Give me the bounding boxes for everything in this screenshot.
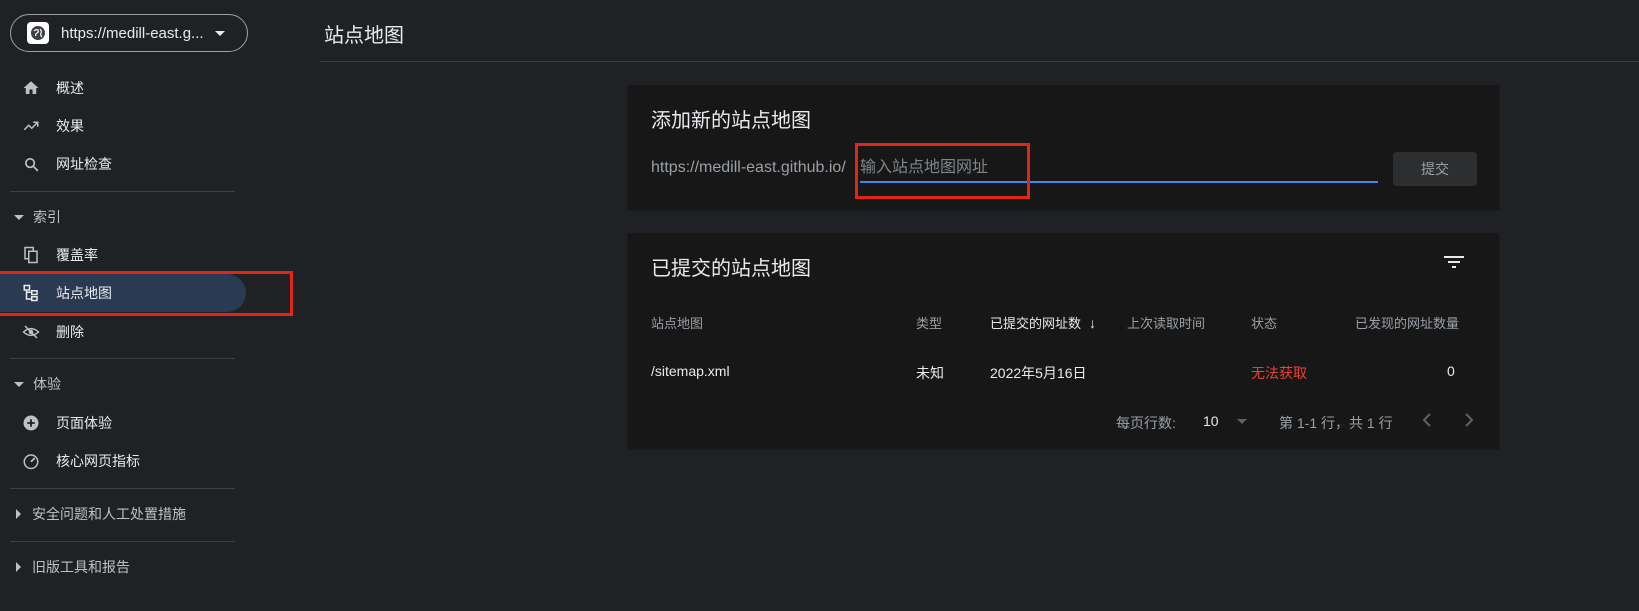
globe-icon [27, 22, 49, 44]
column-header-discovered[interactable]: 已发现的网址数量 [1355, 313, 1459, 332]
column-header-submitted[interactable]: 已提交的网址数 ↓ [990, 313, 1096, 332]
column-header-type[interactable]: 类型 [916, 313, 942, 332]
nav-label-core-web-vitals: 核心网页指标 [56, 453, 140, 469]
chevron-down-icon [1236, 418, 1247, 424]
caret-right-icon [16, 509, 21, 519]
divider [10, 191, 235, 192]
nav-item-performance[interactable]: 效果 [0, 107, 246, 145]
submitted-sitemaps-card: 已提交的站点地图 站点地图 类型 已提交的网址数 ↓ 上次读取时间 状态 已发现… [628, 233, 1499, 448]
divider [10, 358, 235, 359]
section-security-label: 安全问题和人工处置措施 [32, 506, 186, 522]
nav-label-url-inspection: 网址检查 [56, 156, 112, 172]
section-legacy[interactable]: 旧版工具和报告 [0, 552, 130, 582]
copy-icon [21, 245, 41, 265]
chevron-down-icon [215, 30, 225, 36]
nav-label-coverage: 覆盖率 [56, 247, 98, 263]
eye-off-icon [21, 322, 41, 342]
filter-icon[interactable] [1443, 253, 1465, 271]
cell-submitted-date: 2022年5月16日 [990, 365, 1087, 381]
nav-label-removals: 删除 [56, 324, 84, 340]
column-header-sitemap[interactable]: 站点地图 [651, 313, 703, 332]
arrow-down-icon: ↓ [1089, 314, 1097, 331]
caret-right-icon [16, 562, 21, 572]
property-selector[interactable]: https://medill-east.g... [10, 14, 248, 52]
highlight-box-sitemaps-nav [0, 271, 293, 316]
cell-type: 未知 [916, 365, 944, 381]
pagination-range: 第 1-1 行，共 1 行 [1279, 415, 1393, 431]
chevron-right-icon [1465, 413, 1474, 427]
nav-label-performance: 效果 [56, 118, 84, 134]
submit-button[interactable]: 提交 [1393, 152, 1477, 186]
column-header-status[interactable]: 状态 [1251, 313, 1277, 332]
page-title: 站点地图 [324, 25, 404, 47]
rows-per-page-value: 10 [1203, 413, 1219, 429]
section-experience-label: 体验 [33, 376, 61, 392]
rows-per-page-label: 每页行数: [1116, 415, 1176, 431]
divider [10, 541, 235, 542]
section-index-label: 索引 [33, 209, 61, 225]
nav-item-core-web-vitals[interactable]: 核心网页指标 [0, 442, 246, 480]
section-legacy-label: 旧版工具和报告 [32, 559, 130, 575]
cell-discovered-count: 0 [1447, 363, 1455, 379]
home-icon [21, 78, 41, 98]
property-url: https://medill-east.g... [61, 24, 204, 42]
cell-sitemap: /sitemap.xml [651, 363, 730, 379]
search-icon [21, 154, 41, 174]
add-circle-icon [21, 413, 41, 433]
sitemap-url-prefix: https://medill-east.github.io/ [651, 159, 846, 176]
divider [10, 488, 235, 489]
cell-status: 无法获取 [1251, 365, 1307, 381]
column-header-last-read[interactable]: 上次读取时间 [1127, 313, 1205, 332]
trending-up-icon [21, 116, 41, 136]
nav-item-page-experience[interactable]: 页面体验 [0, 404, 246, 442]
nav-item-url-inspection[interactable]: 网址检查 [0, 145, 246, 183]
nav-label-page-experience: 页面体验 [56, 415, 112, 431]
highlight-box-sitemap-input [855, 143, 1030, 199]
submitted-sitemaps-title: 已提交的站点地图 [651, 258, 811, 280]
add-sitemap-card: 添加新的站点地图 https://medill-east.github.io/ … [628, 85, 1499, 209]
add-sitemap-title: 添加新的站点地图 [651, 110, 811, 132]
rows-per-page-select[interactable]: 10 [1203, 413, 1247, 429]
section-experience[interactable]: 体验 [0, 369, 61, 399]
nav-item-overview[interactable]: 概述 [0, 69, 246, 107]
section-index[interactable]: 索引 [0, 202, 61, 232]
nav-label-overview: 概述 [56, 80, 84, 96]
nav-item-removals[interactable]: 删除 [0, 313, 246, 351]
column-header-submitted-label: 已提交的网址数 [990, 316, 1082, 331]
prev-page-button[interactable] [1416, 409, 1438, 431]
caret-down-icon [14, 214, 24, 220]
header-divider [320, 61, 1639, 62]
section-security[interactable]: 安全问题和人工处置措施 [0, 499, 186, 529]
nav-item-coverage[interactable]: 覆盖率 [0, 236, 246, 274]
chevron-left-icon [1422, 413, 1431, 427]
next-page-button[interactable] [1458, 409, 1480, 431]
caret-down-icon [14, 381, 24, 387]
speedometer-icon [21, 451, 41, 471]
